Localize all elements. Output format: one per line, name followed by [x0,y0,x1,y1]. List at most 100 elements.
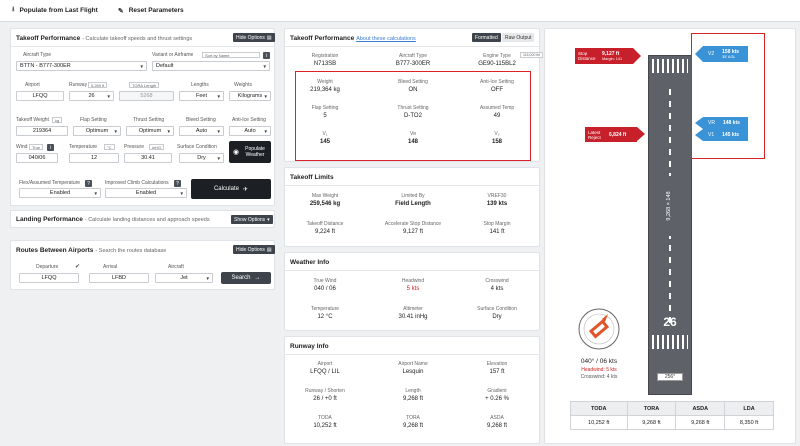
weights-select[interactable]: Kilograms ▼ [229,91,271,101]
chevron-down-icon: ▼ [205,275,210,281]
runway-length-input[interactable]: 5268 [119,91,174,101]
about-calculations-link[interactable]: About these calculations [356,36,416,42]
arrival-input[interactable]: LFBD [89,273,149,283]
thrust-setting-value: Optimum [138,128,162,134]
runway-length-tag: 5,269 ft [88,82,108,88]
distance-header: TORA [626,401,677,416]
flap-setting-label: Flap Setting [80,117,107,123]
info-value: 26 / +0 ft [313,396,337,402]
runway-title: Runway Info [290,343,329,350]
airport-input[interactable]: LFQQ [16,91,64,101]
routes-hide-options-button[interactable]: Hide Options ▤ [233,245,275,254]
weights-label: Weights [234,82,252,88]
populate-weather-button[interactable]: ◉ Populate Weather [229,141,271,163]
declared-distances-table: TODA TORA ASDA LDA 10,252 ft 9,268 ft 9,268 f… [570,401,774,430]
info-cell: Headwind 5 kts [368,278,458,292]
help-icon[interactable]: ? [174,180,181,187]
info-value: 141 ft [489,229,505,235]
landing-title: Landing Performance - Calculate landing d… [16,216,210,223]
info-key: Elevation [486,361,508,367]
info-cell: Temperature 12 °C [280,306,370,320]
stop-margin: Margin: 141 [602,57,623,61]
length-type-tag[interactable]: TORA Length [129,82,160,88]
wind-type-tag[interactable]: True [29,144,44,150]
departure-input[interactable]: LFQQ [19,273,79,283]
info-value: Dry [492,314,502,320]
info-icon[interactable]: i [263,52,270,59]
help-icon[interactable]: ? [85,180,92,187]
runway-select[interactable]: 26 ▼ [69,91,114,101]
pressure-value: 30.41 [141,155,155,161]
reset-parameters-label: Reset Parameters [128,7,184,14]
thrust-setting-label: Thrust Setting [133,117,165,123]
improved-climb-label: Improved Climb Calculations [105,180,169,186]
search-button[interactable]: Search → [221,272,271,284]
aircraft-label: Aircraft [168,264,184,270]
divider [285,185,539,186]
info-value: 9,224 ft [314,229,335,235]
info-value: Lesquin [402,369,424,375]
download-icon: ⭳ [12,6,15,13]
flap-setting-select[interactable]: Optimum ▼ [73,126,121,136]
temperature-input[interactable]: 12 [69,153,119,163]
thrust-setting-select[interactable]: Optimum ▼ [126,126,174,136]
surface-condition-select[interactable]: Dry ▼ [179,153,224,163]
landing-show-options-button[interactable]: Show Options ▾ [231,215,273,224]
sort-select[interactable]: Sort by Name [202,52,260,58]
info-cell: Accelerate Stop Distance 9,127 ft [368,221,458,235]
routes-subtitle: - Search the routes database [95,248,167,254]
anti-ice-select[interactable]: Auto ▼ [229,126,271,136]
limits-title: Takeoff Limits [290,174,334,181]
runway-length-value: 5268 [140,93,153,99]
pressure-unit-tag[interactable]: inHG [149,144,165,150]
pressure-input[interactable]: 30.41 [124,153,172,163]
latest-reject-label: Latest Reject [588,129,601,140]
takeoff-form-subtitle: - Calculate takeoff speeds and thrust se… [82,36,193,42]
lengths-select[interactable]: Feet ▼ [179,91,224,101]
info-cell: Elevation 157 ft [452,361,542,375]
aircraft-type-select[interactable]: BTTN - B777-300ER ▼ [16,61,147,71]
aircraft-select[interactable]: Jet ▼ [155,273,213,283]
runway-length-label: 9,268 × 148 [666,176,676,236]
results-title-text: Takeoff Performance [290,35,355,42]
divider [285,270,539,271]
aircraft-type-label: Aircraft Type [23,52,51,58]
info-key: Airport Name [398,361,428,367]
info-cell: Max Weight 259,546 kg [280,193,370,207]
airport-label: Airport [25,82,40,88]
raw-output-tab[interactable]: Raw Output [502,33,535,42]
hide-options-label: Hide Options [236,34,265,41]
chevron-down-icon: ▼ [93,190,98,196]
info-value: N713SB [313,61,337,67]
reject-marker-arrow [637,127,645,141]
wind-input[interactable]: 040/06 [16,153,58,163]
info-cell: Airport Name Lesquin [368,361,458,375]
routes-panel: Routes Between Airports - Search the rout… [10,240,275,290]
info-cell: ASDA 9,268 ft [452,415,542,429]
info-value: 040 / 06 [314,286,336,292]
calculate-button[interactable]: Calculate ✈ [191,179,271,199]
info-key: ASDA [490,415,504,421]
formatted-tab[interactable]: Formatted [472,33,501,42]
improved-climb-select[interactable]: Enabled ▼ [105,188,187,198]
aircraft-value: Jet [180,275,188,281]
takeoff-hide-options-button[interactable]: Hide Options ▤ [233,33,275,42]
collapse-icon: ▤ [266,246,272,253]
info-key: Surface Condition [477,306,517,312]
lengths-value: Feet [195,93,207,99]
top-toolbar: ⭳ Populate from Last Flight ✎ Reset Parame… [0,0,800,22]
takeoff-weight-input[interactable]: 219364 [16,126,68,136]
stop-distance-label: Stop Distance [578,51,596,61]
temperature-value: 12 [90,155,98,161]
info-icon[interactable]: i [47,144,54,151]
distance-header: LDA [724,401,774,416]
populate-last-flight-button[interactable]: ⭳ Populate from Last Flight [12,5,98,16]
wind-text: 040° / 06 kts [580,358,618,365]
bleed-setting-select[interactable]: Auto ▼ [179,126,224,136]
info-value: 259,546 kg [309,201,341,207]
flex-temp-select[interactable]: Enabled ▼ [19,188,101,198]
variant-select[interactable]: Default ▼ [152,61,270,71]
reset-parameters-button[interactable]: ✎ Reset Parameters [118,7,184,15]
temperature-unit-tag[interactable]: °C [104,144,115,150]
distance-header: TODA [570,401,628,416]
